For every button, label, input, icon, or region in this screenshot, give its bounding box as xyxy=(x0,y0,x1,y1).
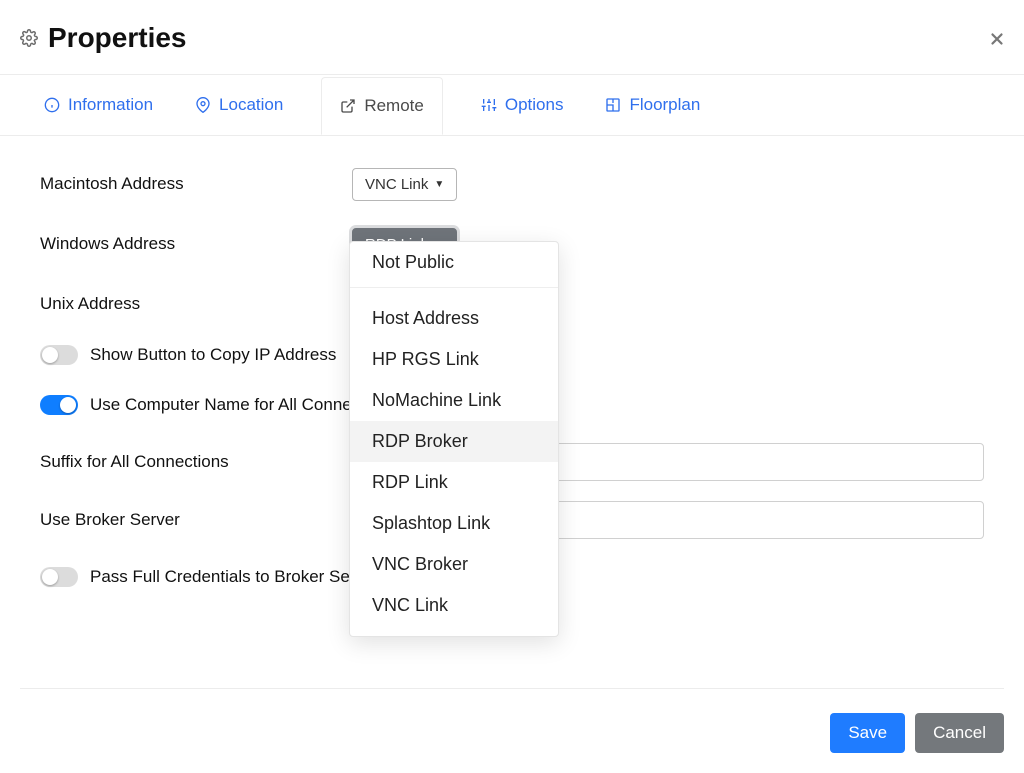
toggle-use-computer-name[interactable] xyxy=(40,395,78,415)
properties-modal: Properties Information Location Remote O… xyxy=(0,0,1024,773)
label-broker: Use Broker Server xyxy=(40,510,340,530)
modal-header: Properties xyxy=(0,0,1024,75)
windows-address-dropdown-menu: Not Public Host Address HP RGS Link NoMa… xyxy=(349,241,559,637)
tab-label: Location xyxy=(219,95,283,115)
modal-title-wrap: Properties xyxy=(20,22,187,54)
cancel-button[interactable]: Cancel xyxy=(915,713,1004,753)
menu-item-vnc-link[interactable]: VNC Link xyxy=(350,585,558,626)
tab-remote[interactable]: Remote xyxy=(321,77,443,135)
tab-body-remote: Macintosh Address VNC Link ▼ Windows Add… xyxy=(0,136,1024,602)
tab-label: Information xyxy=(68,95,153,115)
tab-label: Floorplan xyxy=(629,95,700,115)
dropdown-value: VNC Link xyxy=(365,176,428,193)
footer-divider xyxy=(20,688,1004,689)
macintosh-address-dropdown[interactable]: VNC Link ▼ xyxy=(352,168,457,201)
caret-down-icon: ▼ xyxy=(434,179,444,190)
menu-item-not-public[interactable]: Not Public xyxy=(350,242,558,283)
toggle-show-copy-ip[interactable] xyxy=(40,345,78,365)
close-button[interactable] xyxy=(988,30,1006,48)
tab-label: Options xyxy=(505,95,564,115)
gear-icon xyxy=(20,29,38,47)
label-show-copy-ip: Show Button to Copy IP Address xyxy=(90,345,336,365)
tab-options[interactable]: Options xyxy=(477,75,568,135)
label-unix-address: Unix Address xyxy=(40,294,340,314)
tab-information[interactable]: Information xyxy=(40,75,157,135)
menu-separator xyxy=(350,287,558,288)
tab-label: Remote xyxy=(364,96,424,116)
tab-location[interactable]: Location xyxy=(191,75,287,135)
menu-item-hp-rgs-link[interactable]: HP RGS Link xyxy=(350,339,558,380)
label-macintosh-address: Macintosh Address xyxy=(40,174,340,194)
menu-item-splashtop-link[interactable]: Splashtop Link xyxy=(350,503,558,544)
menu-item-vnc-broker[interactable]: VNC Broker xyxy=(350,544,558,585)
menu-item-host-address[interactable]: Host Address xyxy=(350,298,558,339)
label-suffix: Suffix for All Connections xyxy=(40,452,340,472)
save-button[interactable]: Save xyxy=(830,713,905,753)
menu-item-rdp-broker[interactable]: RDP Broker xyxy=(350,421,558,462)
tab-floorplan[interactable]: Floorplan xyxy=(601,75,704,135)
row-macintosh-address: Macintosh Address VNC Link ▼ xyxy=(40,158,984,210)
menu-item-nomachine-link[interactable]: NoMachine Link xyxy=(350,380,558,421)
modal-footer: Save Cancel xyxy=(830,695,1004,753)
tabs: Information Location Remote Options Floo… xyxy=(0,75,1024,136)
modal-title: Properties xyxy=(48,22,187,54)
toggle-pass-credentials[interactable] xyxy=(40,567,78,587)
label-windows-address: Windows Address xyxy=(40,234,340,254)
menu-item-rdp-link[interactable]: RDP Link xyxy=(350,462,558,503)
